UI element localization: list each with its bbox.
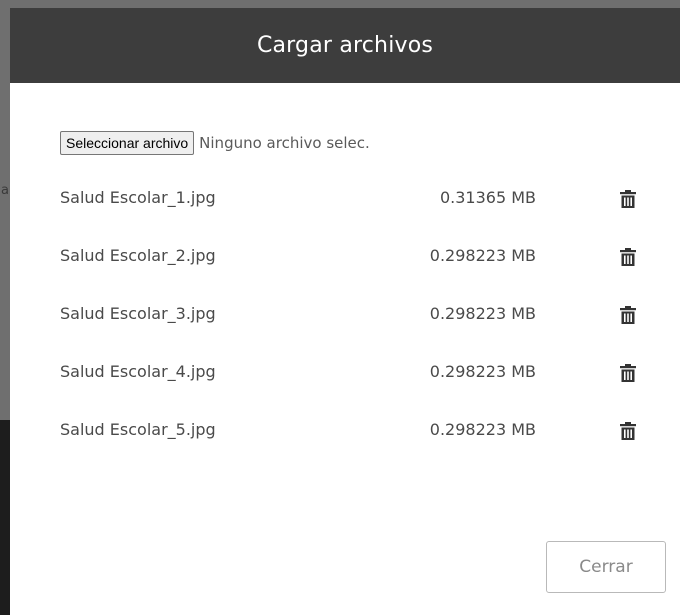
file-size: 0.298223 MB — [429, 362, 536, 381]
choose-file-button[interactable]: Seleccionar archivo — [60, 131, 195, 155]
upload-modal: Cargar archivos Seleccionar archivo Ning… — [10, 8, 680, 615]
file-name: Salud Escolar_5.jpg — [60, 420, 216, 439]
file-size: 0.31365 MB — [439, 188, 536, 207]
modal-header: Cargar archivos — [10, 8, 680, 83]
backdrop-text: a — [1, 183, 9, 198]
file-row: Salud Escolar_2.jpg 0.298223 MB — [60, 238, 640, 296]
file-name: Salud Escolar_4.jpg — [60, 362, 216, 381]
file-row: Salud Escolar_1.jpg 0.31365 MB — [60, 180, 640, 238]
file-name: Salud Escolar_1.jpg — [60, 188, 216, 207]
close-button[interactable]: Cerrar — [546, 541, 666, 593]
file-size: 0.298223 MB — [429, 304, 536, 323]
file-picker[interactable]: Seleccionar archivo Ninguno archivo sele… — [60, 131, 370, 155]
trash-icon[interactable] — [620, 248, 636, 266]
file-name: Salud Escolar_3.jpg — [60, 304, 216, 323]
file-picker-status: Ninguno archivo selec. — [199, 134, 370, 152]
trash-icon[interactable] — [620, 422, 636, 440]
file-size: 0.298223 MB — [429, 420, 536, 439]
file-list: Salud Escolar_1.jpg 0.31365 MB Salud Esc… — [60, 180, 640, 470]
trash-icon[interactable] — [620, 190, 636, 208]
file-row: Salud Escolar_4.jpg 0.298223 MB — [60, 354, 640, 412]
trash-icon[interactable] — [620, 306, 636, 324]
file-name: Salud Escolar_2.jpg — [60, 246, 216, 265]
file-row: Salud Escolar_3.jpg 0.298223 MB — [60, 296, 640, 354]
file-row: Salud Escolar_5.jpg 0.298223 MB — [60, 412, 640, 470]
modal-title: Cargar archivos — [256, 33, 434, 58]
file-size: 0.298223 MB — [429, 246, 536, 265]
trash-icon[interactable] — [620, 364, 636, 382]
backdrop-dark-strip — [0, 420, 10, 615]
